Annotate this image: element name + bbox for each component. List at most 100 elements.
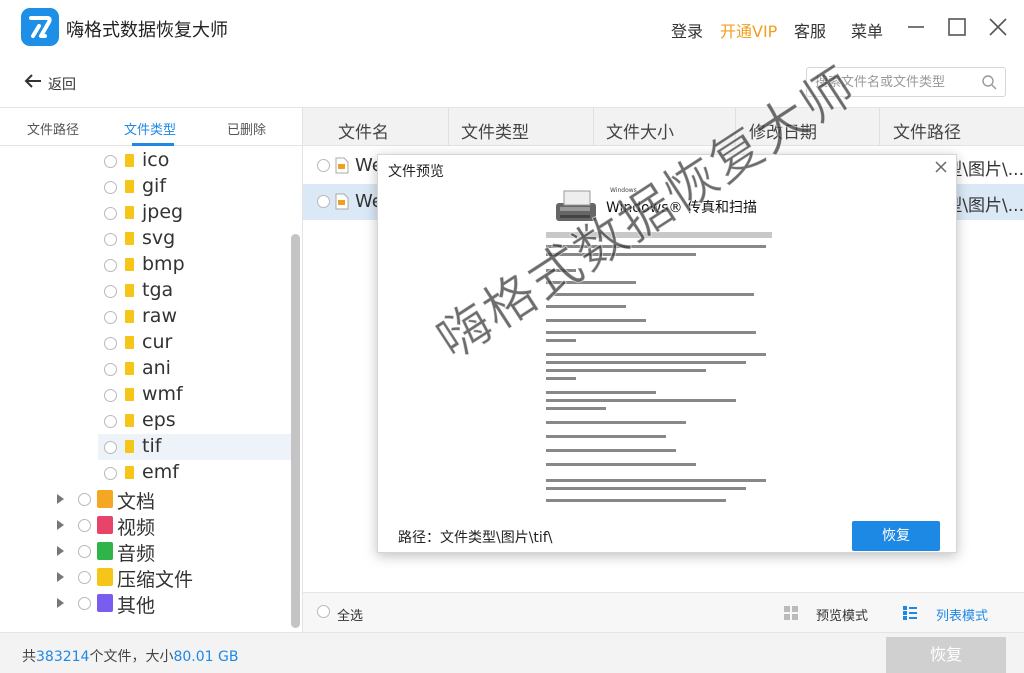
doc-text-line [546,479,766,482]
doc-text-line [546,449,676,452]
tree-item-label: wmf [142,383,183,405]
column-header-4[interactable]: 文件路径 [893,118,961,143]
tree-radio[interactable] [104,285,117,298]
close-icon[interactable] [985,14,1011,40]
tree-radio[interactable] [104,389,117,402]
fax-machine-icon [556,190,596,221]
search-box[interactable] [806,67,1006,97]
vip-link[interactable]: 开通VIP [720,18,777,42]
left-panel: 文件路径 文件类型 已删除 ico gif jpeg svg bmp tga raw cur a… [0,108,303,632]
tab-deleted[interactable]: 已删除 [227,119,266,138]
tree-item-bmp[interactable]: bmp [0,252,292,278]
tree-radio[interactable] [104,259,117,272]
dialog-close-icon[interactable] [934,160,948,174]
tree-category-label: 音频 [117,543,156,565]
grid-view-icon[interactable] [783,605,799,621]
folder-icon [125,206,134,219]
tree-item-wmf[interactable]: wmf [0,382,292,408]
maximize-icon[interactable] [944,14,970,40]
doc-text-line [546,319,646,322]
image-file-icon [335,157,349,174]
recover-button[interactable]: 恢复 [886,637,1006,673]
column-header-1[interactable]: 文件类型 [461,118,529,143]
search-input[interactable] [815,73,975,91]
search-icon[interactable] [981,74,997,90]
tree-item-gif[interactable]: gif [0,174,292,200]
tab-file-type[interactable]: 文件类型 [124,119,176,138]
tree-radio[interactable] [78,597,91,610]
tree-item-jpeg[interactable]: jpeg [0,200,292,226]
login-link[interactable]: 登录 [671,18,703,42]
tree-radio[interactable] [78,519,91,532]
doc-text-line [546,377,576,380]
tree-item-emf[interactable]: emf [0,460,292,486]
doc-heading: Windows® 传真和扫描 [606,200,757,216]
tree-category-0[interactable]: 文档 [0,486,292,513]
tree-item-raw[interactable]: raw [0,304,292,330]
tree-radio[interactable] [78,493,91,506]
select-all-label[interactable]: 全选 [337,605,363,624]
expand-caret-icon[interactable] [57,494,64,504]
column-header-0[interactable]: 文件名 [338,118,389,143]
tree-item-tif[interactable]: tif [98,434,292,460]
tree-radio[interactable] [104,441,117,454]
expand-caret-icon[interactable] [57,546,64,556]
select-all-radio[interactable] [317,605,330,618]
dialog-recover-button[interactable]: 恢复 [852,521,940,551]
tree-radio[interactable] [104,363,117,376]
service-link[interactable]: 客服 [794,18,826,42]
file-path: 型\图片\... [945,160,1024,180]
tree-scrollbar[interactable] [291,234,300,628]
tree-radio[interactable] [104,415,117,428]
tree-item-tga[interactable]: tga [0,278,292,304]
folder-icon [125,414,134,427]
document-preview: Windows Windows® 传真和扫描 [544,181,784,511]
menu-link[interactable]: 菜单 [851,18,883,42]
list-view-icon[interactable] [902,605,918,621]
back-arrow-icon[interactable] [23,71,43,91]
tree-radio[interactable] [78,545,91,558]
other-icon [97,594,113,612]
expand-caret-icon[interactable] [57,598,64,608]
list-mode-button[interactable]: 列表模式 [936,605,988,624]
tree-radio[interactable] [104,155,117,168]
row-radio[interactable] [317,195,330,208]
status-bar: 共383214个文件，大小80.01 GB 恢复 [0,632,1024,673]
tree-category-2[interactable]: 音频 [0,538,292,565]
minimize-icon[interactable] [903,14,929,40]
folder-icon [125,336,134,349]
column-divider [735,108,736,146]
row-radio[interactable] [317,159,330,172]
status-prefix: 共 [22,649,36,665]
column-header-3[interactable]: 修改日期 [749,118,817,143]
tree-category-3[interactable]: 压缩文件 [0,564,292,591]
column-divider [593,108,594,146]
tree-radio[interactable] [104,337,117,350]
tree-category-4[interactable]: 其他 [0,590,292,617]
tab-file-path[interactable]: 文件路径 [27,119,79,138]
preview-mode-button[interactable]: 预览模式 [816,605,868,624]
tree-radio[interactable] [104,233,117,246]
zip-icon [97,568,113,586]
expand-caret-icon[interactable] [57,520,64,530]
column-header-2[interactable]: 文件大小 [606,118,674,143]
tree-item-label: cur [142,331,173,353]
doc-text-line [546,487,746,490]
tree-item-ico[interactable]: ico [0,148,292,174]
tree-category-1[interactable]: 视频 [0,512,292,539]
tree-radio[interactable] [104,311,117,324]
tree-item-svg[interactable]: svg [0,226,292,252]
doc-text-line [546,463,696,466]
toolbar: 返回 [0,56,1024,108]
tree-item-cur[interactable]: cur [0,330,292,356]
tree-radio[interactable] [104,467,117,480]
tree-radio[interactable] [104,181,117,194]
tree-item-label: emf [142,461,179,483]
tree-item-ani[interactable]: ani [0,356,292,382]
expand-caret-icon[interactable] [57,572,64,582]
back-button[interactable]: 返回 [48,74,76,94]
tree-item-eps[interactable]: eps [0,408,292,434]
tree-radio[interactable] [104,207,117,220]
tree-radio[interactable] [78,571,91,584]
doc-text-line [546,245,766,248]
